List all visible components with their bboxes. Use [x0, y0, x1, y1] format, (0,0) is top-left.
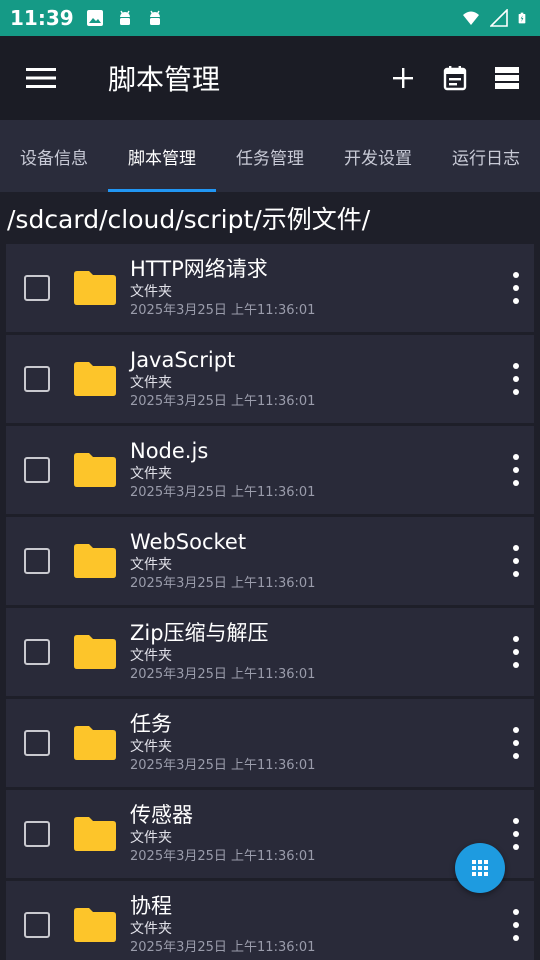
folder-icon: [74, 453, 116, 487]
status-bar: 11:39: [0, 0, 540, 36]
file-name: 任务: [130, 712, 172, 736]
add-icon: [393, 68, 413, 88]
select-checkbox[interactable]: [24, 457, 50, 483]
folder-icon: [74, 271, 116, 305]
more-options-icon[interactable]: [506, 636, 526, 668]
folder-icon: [74, 726, 116, 760]
folder-icon: [74, 544, 116, 578]
file-name: WebSocket: [130, 530, 247, 554]
breadcrumb: /sdcard/cloud/script/示例文件/: [0, 192, 540, 244]
select-checkbox[interactable]: [24, 548, 50, 574]
file-date: 2025年3月25日 上午11:36:01: [130, 394, 316, 409]
list-item[interactable]: WebSocket 文件夹 2025年3月25日 上午11:36:01: [6, 517, 534, 605]
grid-icon: [472, 860, 488, 876]
file-name: JavaScript: [130, 348, 236, 372]
list-item[interactable]: Node.js 文件夹 2025年3月25日 上午11:36:01: [6, 426, 534, 514]
file-name: 传感器: [130, 803, 193, 827]
folder-icon: [74, 635, 116, 669]
calendar-button[interactable]: [442, 65, 468, 91]
tab-0[interactable]: 设备信息: [0, 120, 108, 192]
page-title: 脚本管理: [108, 63, 221, 96]
select-checkbox[interactable]: [24, 730, 50, 756]
list-item[interactable]: HTTP网络请求文件夹 2025年3月25日 上午11:36:01: [6, 244, 534, 332]
tab-2[interactable]: 任务管理: [216, 120, 324, 192]
list-item[interactable]: Zip压缩与解压文件夹 2025年3月25日 上午11:36:01: [6, 608, 534, 696]
list-view-button[interactable]: [494, 65, 520, 91]
file-date: 2025年3月25日 上午11:36:01: [130, 485, 316, 500]
calendar-icon: [443, 66, 467, 91]
more-options-icon[interactable]: [506, 454, 526, 486]
list-item[interactable]: 任务文件夹 2025年3月25日 上午11:36:01: [6, 699, 534, 787]
more-options-icon[interactable]: [506, 272, 526, 304]
list-view-icon: [495, 67, 519, 89]
file-type: 文件夹: [130, 375, 172, 391]
folder-icon: [74, 362, 116, 396]
battery-icon: [518, 12, 526, 24]
select-checkbox[interactable]: [24, 639, 50, 665]
menu-icon[interactable]: [26, 67, 56, 89]
more-options-icon[interactable]: [506, 363, 526, 395]
file-name: Node.js: [130, 439, 209, 463]
select-checkbox[interactable]: [24, 275, 50, 301]
more-options-icon[interactable]: [506, 545, 526, 577]
more-options-icon[interactable]: [506, 727, 526, 759]
grid-fab-button[interactable]: [455, 843, 505, 893]
file-name: HTTP网络请求: [130, 257, 268, 281]
file-type: 文件夹: [130, 921, 172, 937]
list-item[interactable]: 协程文件夹 2025年3月25日 上午11:36:01: [6, 881, 534, 960]
file-type: 文件夹: [130, 466, 172, 482]
select-checkbox[interactable]: [24, 821, 50, 847]
file-date: 2025年3月25日 上午11:36:01: [130, 940, 316, 955]
app-bar: 脚本管理: [0, 36, 540, 120]
android-icon: [149, 10, 160, 25]
file-type: 文件夹: [130, 830, 172, 846]
list-item[interactable]: JavaScript 文件夹 2025年3月25日 上午11:36:01: [6, 335, 534, 423]
more-options-icon[interactable]: [506, 818, 526, 850]
tab-3[interactable]: 开发设置: [324, 120, 432, 192]
status-time: 11:39: [10, 6, 74, 30]
wifi-icon: [463, 11, 479, 25]
select-checkbox[interactable]: [24, 912, 50, 938]
folder-icon: [74, 817, 116, 851]
select-checkbox[interactable]: [24, 366, 50, 392]
image-icon: [86, 10, 103, 26]
file-date: 2025年3月25日 上午11:36:01: [130, 758, 316, 773]
file-date: 2025年3月25日 上午11:36:01: [130, 849, 316, 864]
file-date: 2025年3月25日 上午11:36:01: [130, 576, 316, 591]
android-icon: [119, 10, 130, 25]
file-name: 协程: [130, 894, 172, 918]
add-button[interactable]: [390, 65, 416, 91]
file-type: 文件夹: [130, 739, 172, 755]
file-date: 2025年3月25日 上午11:36:01: [130, 667, 316, 682]
file-type: 文件夹: [130, 284, 172, 300]
tab-bar: 设备信息 脚本管理 任务管理 开发设置 运行日志: [0, 120, 540, 192]
file-type: 文件夹: [130, 557, 172, 573]
signal-icon: [490, 9, 508, 27]
folder-icon: [74, 908, 116, 942]
tab-1[interactable]: 脚本管理: [108, 120, 216, 192]
tab-4[interactable]: 运行日志: [432, 120, 540, 192]
file-date: 2025年3月25日 上午11:36:01: [130, 303, 316, 318]
file-name: Zip压缩与解压: [130, 621, 269, 645]
file-type: 文件夹: [130, 648, 172, 664]
more-options-icon[interactable]: [506, 909, 526, 941]
